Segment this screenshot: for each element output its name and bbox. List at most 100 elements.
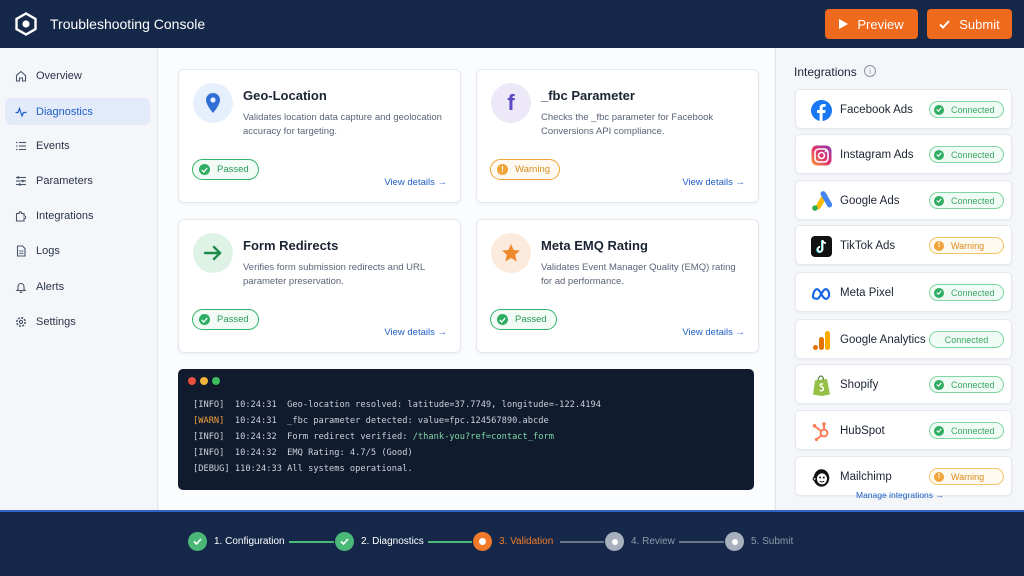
integration-row-hubspot[interactable]: HubSpot Connected	[795, 410, 1012, 450]
integration-name: TikTok Ads	[840, 240, 896, 252]
card-description: Checks the _fbc parameter for Facebook C…	[541, 112, 714, 137]
status-badge: Passed	[192, 159, 259, 180]
step-diagnostics[interactable]: 2. Diagnostics	[335, 532, 424, 551]
status-badge: Connected	[929, 101, 1004, 118]
status-badge: ! Warning	[929, 468, 1004, 485]
status-badge: Connected	[929, 376, 1004, 393]
pulse-icon	[15, 106, 27, 118]
instagram-logo-icon	[811, 145, 832, 166]
window-maximize-dot	[212, 377, 220, 385]
arrow-right-icon	[193, 233, 233, 273]
integration-name: Google Analytics 4	[840, 334, 936, 346]
window-close-dot	[188, 377, 196, 385]
view-details-link[interactable]: View details →	[384, 177, 447, 188]
integration-row-google-ads[interactable]: Google Ads Connected	[795, 180, 1012, 220]
step-connector	[560, 541, 604, 543]
arrow-right-icon: →	[437, 327, 448, 338]
app-title: Troubleshooting Console	[50, 16, 206, 32]
sidebar-item-settings[interactable]: Settings	[5, 308, 150, 335]
integration-name: Mailchimp	[840, 471, 892, 483]
log-line: [WARN] 10:24:31 _fbc parameter detected:…	[193, 416, 549, 426]
play-icon	[839, 19, 849, 29]
google-analytics-logo-icon	[811, 330, 832, 351]
integration-row-google-analytics-4[interactable]: Google Analytics 4 Connected	[795, 319, 1012, 359]
document-icon	[15, 244, 27, 257]
integration-name: Meta Pixel	[840, 287, 894, 299]
sidebar-item-events[interactable]: Events	[5, 132, 150, 159]
sidebar-item-label: Alerts	[36, 280, 65, 293]
diagnostic-card-meta-emq-rating: Meta EMQ Rating Validates Event Manager …	[476, 219, 759, 353]
sidebar-item-parameters[interactable]: Parameters	[5, 167, 150, 194]
preview-button[interactable]: Preview	[825, 9, 918, 39]
log-line: [INFO] 10:24:32 Form redirect verified: …	[193, 432, 554, 442]
status-badge: Connected	[929, 422, 1004, 439]
puzzle-icon	[15, 210, 27, 222]
integrations-panel: Integrations i Facebook Ads Connected In…	[775, 48, 1024, 510]
integration-name: Google Ads	[840, 195, 900, 207]
check-circle-icon	[934, 149, 944, 160]
view-details-link[interactable]: View details →	[682, 327, 745, 338]
integration-row-shopify[interactable]: Shopify Connected	[795, 364, 1012, 404]
step-submit[interactable]: 5. Submit	[725, 532, 793, 551]
integration-row-meta-pixel[interactable]: Meta Pixel Connected	[795, 272, 1012, 312]
log-line: [INFO] 10:24:32 EMQ Rating: 4.7/5 (Good)	[193, 448, 413, 458]
check-circle-icon	[934, 195, 944, 206]
diagnostic-card-fbc-parameter: f _fbc Parameter Checks the _fbc paramet…	[476, 69, 759, 203]
current-step-dot-icon	[473, 532, 492, 551]
step-configuration[interactable]: 1. Configuration	[188, 532, 285, 551]
status-badge: ! Warning	[490, 159, 561, 180]
log-console[interactable]: [INFO] 10:24:31 Geo-location resolved: l…	[178, 369, 754, 490]
integration-name: Facebook Ads	[840, 104, 913, 116]
check-circle-icon	[934, 379, 944, 390]
integration-name: Shopify	[840, 379, 879, 391]
star-icon	[491, 233, 531, 273]
step-connector	[428, 541, 472, 543]
integration-name: HubSpot	[840, 425, 885, 437]
step-review[interactable]: 4. Review	[605, 532, 675, 551]
main-content: Geo-Location Validates location data cap…	[159, 48, 774, 510]
card-description: Validates Event Manager Quality (EMQ) ra…	[541, 262, 736, 287]
sidebar-item-alerts[interactable]: Alerts	[5, 273, 150, 300]
app-header: Troubleshooting Console Preview Submit	[0, 0, 1024, 48]
shopify-logo-icon	[811, 375, 832, 396]
check-circle-icon	[199, 164, 210, 175]
card-title: _fbc Parameter	[541, 88, 635, 103]
status-badge: Passed	[192, 309, 259, 330]
integration-name: Instagram Ads	[840, 149, 914, 161]
log-line: [INFO] 10:24:31 Geo-location resolved: l…	[193, 400, 601, 410]
view-details-link[interactable]: View details →	[384, 327, 447, 338]
manage-integrations-link[interactable]: Manage integrations →	[856, 490, 944, 500]
card-description: Validates location data capture and geol…	[243, 112, 442, 137]
submit-button[interactable]: Submit	[927, 9, 1012, 39]
diagnostic-card-form-redirects: Form Redirects Verifies form submission …	[178, 219, 461, 353]
status-badge: Connected	[929, 192, 1004, 209]
step-connector	[679, 541, 724, 543]
integration-row-facebook-ads[interactable]: Facebook Ads Connected	[795, 89, 1012, 129]
view-details-link[interactable]: View details →	[682, 177, 745, 188]
check-circle-icon	[497, 314, 508, 325]
sidebar-item-overview[interactable]: Overview	[5, 62, 150, 89]
info-icon[interactable]: i	[864, 65, 876, 77]
sidebar-item-integrations[interactable]: Integrations	[5, 202, 150, 229]
sliders-icon	[15, 175, 27, 187]
check-circle-icon	[199, 314, 210, 325]
step-connector	[289, 541, 334, 543]
diagnostic-card-geo-location: Geo-Location Validates location data cap…	[178, 69, 461, 203]
sidebar-item-logs[interactable]: Logs	[5, 237, 150, 264]
sidebar-item-label: Parameters	[36, 174, 93, 187]
status-badge: Passed	[490, 309, 557, 330]
sidebar-item-diagnostics[interactable]: Diagnostics	[5, 98, 150, 125]
hubspot-logo-icon	[811, 421, 832, 442]
list-icon	[15, 140, 27, 152]
warning-icon: !	[934, 471, 944, 482]
card-description: Verifies form submission redirects and U…	[243, 262, 425, 287]
integration-row-instagram-ads[interactable]: Instagram Ads Connected	[795, 134, 1012, 174]
check-icon	[939, 19, 951, 29]
log-line: [DEBUG] 110:24:33 All systems operationa…	[193, 464, 413, 474]
integration-row-tiktok-ads[interactable]: TikTok Ads ! Warning	[795, 225, 1012, 265]
window-minimize-dot	[200, 377, 208, 385]
step-validation[interactable]: 3. Validation	[473, 532, 553, 551]
hexagon-logo-icon	[15, 12, 37, 36]
home-icon	[15, 70, 27, 82]
pending-step-dot-icon	[725, 532, 744, 551]
